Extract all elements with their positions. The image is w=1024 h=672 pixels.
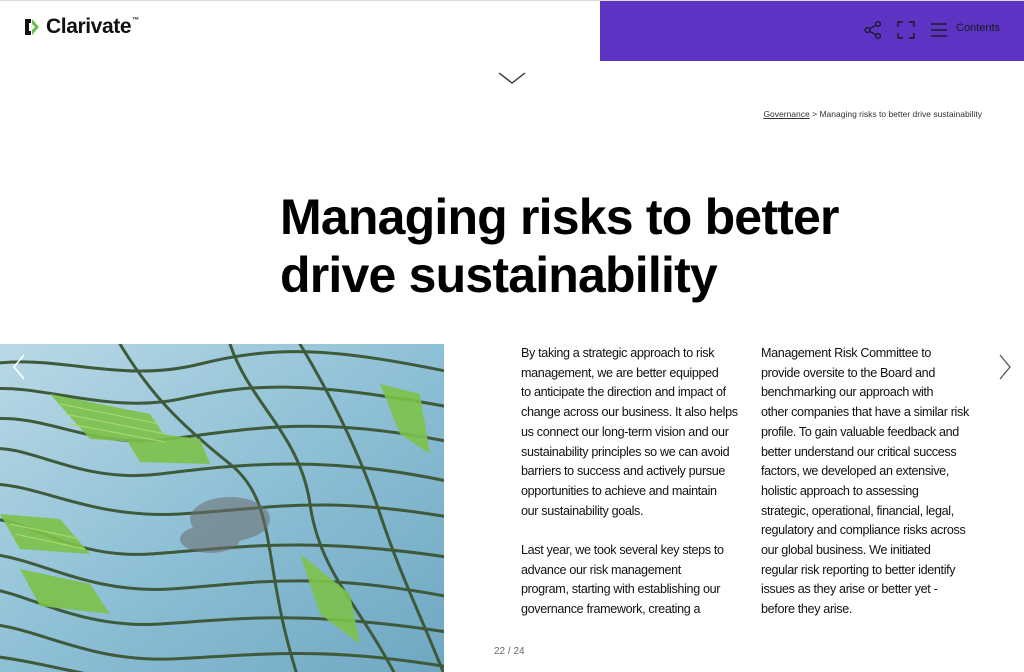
contents-button[interactable]: Contents bbox=[956, 21, 1000, 35]
body-paragraph: Last year, we took several key steps to … bbox=[521, 543, 724, 617]
breadcrumb-link-governance[interactable]: Governance bbox=[763, 109, 809, 119]
page-title: Managing risks to better drive sustainab… bbox=[280, 188, 900, 304]
page-title-line-2: drive sustainability bbox=[280, 247, 718, 303]
total-pages: 24 bbox=[513, 646, 525, 657]
chevron-right-icon[interactable] bbox=[996, 352, 1014, 382]
page-indicator: 22 / 24 bbox=[494, 646, 525, 657]
breadcrumb: Governance > Managing risks to better dr… bbox=[763, 109, 982, 119]
rice-terraces-photo bbox=[0, 344, 444, 672]
clarivate-logo[interactable]: Clarivate™ bbox=[22, 14, 139, 40]
breadcrumb-current: Managing risks to better drive sustainab… bbox=[819, 109, 982, 119]
current-page: 22 bbox=[494, 646, 506, 657]
clarivate-logo-mark-icon bbox=[25, 19, 39, 35]
page-title-line-1: Managing risks to better bbox=[280, 189, 839, 245]
chevron-left-icon[interactable] bbox=[10, 352, 28, 382]
share-icon[interactable] bbox=[860, 17, 886, 43]
body-column-1: By taking a strategic approach to risk m… bbox=[521, 344, 747, 640]
header-toolbar: Contents bbox=[600, 1, 1024, 61]
hamburger-menu-icon[interactable] bbox=[926, 17, 952, 43]
body-paragraph: Management Risk Committee to provide ove… bbox=[761, 346, 969, 617]
breadcrumb-separator: > bbox=[812, 109, 818, 119]
page-separator: / bbox=[507, 646, 511, 657]
fullscreen-icon[interactable] bbox=[893, 17, 919, 43]
chevron-down-icon[interactable] bbox=[497, 70, 527, 88]
body-paragraph: By taking a strategic approach to risk m… bbox=[521, 346, 738, 518]
brand-name: Clarivate™ bbox=[46, 15, 139, 38]
body-column-2: Management Risk Committee to provide ove… bbox=[761, 344, 987, 640]
